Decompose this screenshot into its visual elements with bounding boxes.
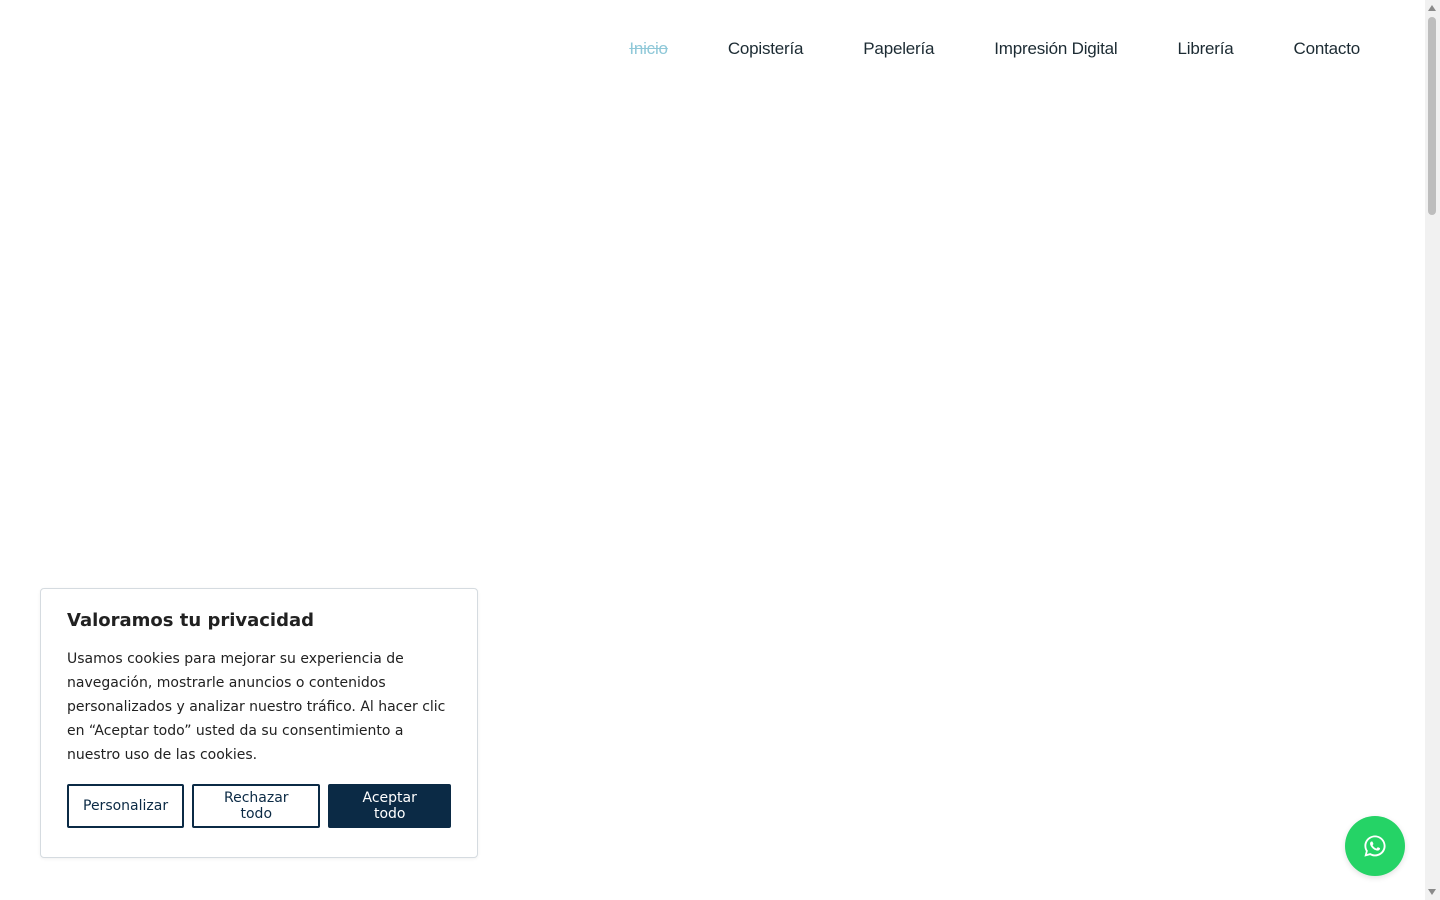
nav-item-contacto[interactable]: Contacto xyxy=(1294,36,1361,62)
nav-item-inicio[interactable]: Inicio xyxy=(629,36,668,62)
nav-item-copisteria[interactable]: Copistería xyxy=(728,36,804,62)
whatsapp-button[interactable] xyxy=(1345,816,1405,876)
reject-all-button[interactable]: Rechazar todo xyxy=(192,784,321,828)
nav-item-impresion-digital[interactable]: Impresión Digital xyxy=(994,36,1117,62)
main-navigation: Inicio Copistería Papelería Impresión Di… xyxy=(569,36,1360,62)
cookie-consent-banner: Valoramos tu privacidad Usamos cookies p… xyxy=(40,588,478,858)
nav-item-libreria[interactable]: Librería xyxy=(1178,36,1234,62)
page: Inicio Copistería Papelería Impresión Di… xyxy=(0,0,1440,900)
customize-button[interactable]: Personalizar xyxy=(67,784,185,828)
cookie-button-group: Personalizar Rechazar todo Aceptar todo xyxy=(67,784,451,828)
nav-item-papeleria[interactable]: Papelería xyxy=(863,36,934,62)
scroll-up-arrow-icon[interactable] xyxy=(1428,5,1436,11)
scroll-thumb[interactable] xyxy=(1428,17,1436,215)
vertical-scrollbar[interactable] xyxy=(1425,0,1440,900)
cookie-title: Valoramos tu privacidad xyxy=(67,610,315,631)
whatsapp-icon xyxy=(1364,835,1386,857)
accept-all-button[interactable]: Aceptar todo xyxy=(328,784,451,828)
cookie-description: Usamos cookies para mejorar su experienc… xyxy=(67,651,446,763)
scroll-down-arrow-icon[interactable] xyxy=(1428,889,1436,895)
